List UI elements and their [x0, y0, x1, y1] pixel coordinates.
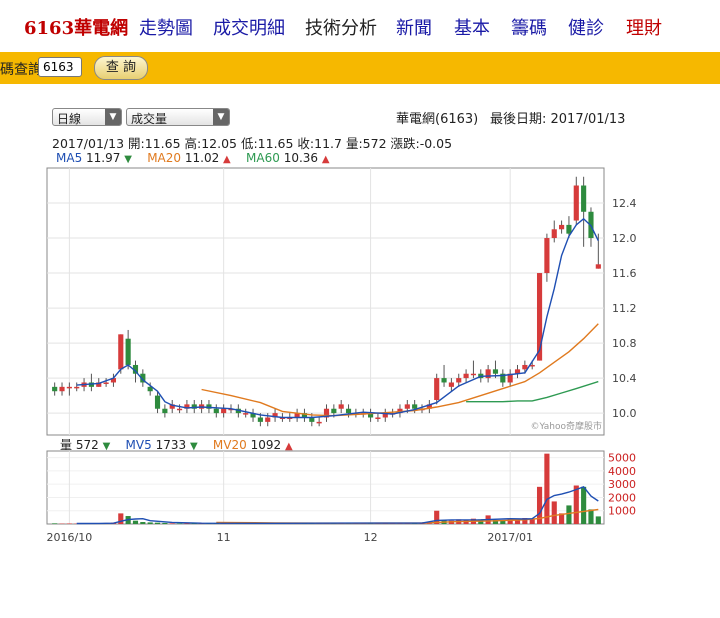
volume-bar — [588, 509, 594, 524]
candle-body — [257, 417, 263, 422]
stock-chart: 10.0 10.4 10.8 11.2 11.6 12.0 12.4 100020003000… — [46, 167, 637, 544]
candle-body — [544, 238, 550, 274]
volume-bar — [140, 522, 146, 524]
volume-tick-label: 1000 — [608, 505, 636, 518]
volume-bar — [566, 505, 572, 524]
candle-body — [595, 264, 601, 269]
candle-body — [213, 408, 219, 414]
price-tick-label: 12.0 — [612, 232, 637, 245]
price-tick-label: 10.8 — [612, 337, 637, 350]
volume-bar — [573, 485, 579, 524]
yahoo-watermark: ©Yahoo奇摩股市 — [531, 420, 603, 432]
candle-body — [66, 386, 72, 389]
candle-body — [551, 229, 557, 239]
candle-body — [441, 378, 447, 383]
volume-tick-label: 4000 — [608, 465, 636, 478]
candle-body — [316, 421, 322, 424]
candle-body — [243, 413, 249, 415]
candle-body — [52, 386, 58, 392]
candle-body — [103, 382, 109, 384]
candle-body — [59, 386, 65, 392]
volume-bar — [176, 523, 183, 524]
price-panel-frame — [46, 167, 605, 436]
candle-body — [463, 373, 469, 379]
candle-body — [345, 408, 352, 414]
volume-bar — [544, 453, 550, 524]
volume-bar — [154, 522, 161, 524]
candle-body — [162, 408, 168, 414]
date-tick-label: 2016/10 — [47, 531, 93, 544]
candle-body — [434, 378, 440, 400]
volume-bar — [169, 523, 175, 524]
date-tick-label: 2017/01 — [487, 531, 533, 544]
candle-body — [118, 334, 124, 370]
volume-bar — [66, 523, 72, 524]
volume-bar — [132, 520, 139, 524]
candle-body — [375, 417, 381, 419]
date-tick-label: 11 — [217, 531, 231, 544]
candle-body — [331, 408, 337, 414]
price-tick-label: 11.2 — [612, 302, 637, 315]
candle-body — [412, 404, 418, 409]
volume-bar — [595, 516, 601, 524]
price-tick-label: 10.4 — [612, 372, 637, 385]
volume-bar — [581, 486, 587, 524]
candle-body — [470, 373, 477, 376]
volume-tick-label: 5000 — [608, 452, 636, 465]
candle-body — [338, 404, 344, 409]
candle-body — [448, 382, 454, 387]
candle-body — [492, 369, 499, 374]
volume-bar — [162, 522, 168, 524]
date-tick-label: 12 — [364, 531, 378, 544]
candle-body — [456, 378, 462, 383]
candle-body — [154, 395, 161, 409]
volume-bar — [147, 522, 153, 524]
candle-body — [125, 338, 131, 365]
candle-body — [221, 408, 227, 414]
candle-body — [74, 386, 80, 389]
volume-bar — [52, 523, 58, 524]
price-tick-label: 10.0 — [612, 407, 637, 420]
volume-panel-frame — [46, 450, 605, 525]
candle-body — [265, 417, 271, 422]
candle-body — [522, 364, 528, 370]
candle-body — [573, 185, 579, 221]
candle-body — [581, 185, 587, 212]
price-tick-label: 11.6 — [612, 267, 637, 280]
volume-tick-label: 2000 — [608, 491, 636, 504]
candle-body — [404, 404, 410, 409]
volume-bar — [551, 501, 557, 524]
volume-bar — [507, 518, 513, 524]
candle-body — [559, 224, 565, 230]
volume-tick-label: 3000 — [608, 478, 636, 491]
candle-body — [176, 408, 183, 411]
price-tick-label: 12.4 — [612, 197, 637, 210]
